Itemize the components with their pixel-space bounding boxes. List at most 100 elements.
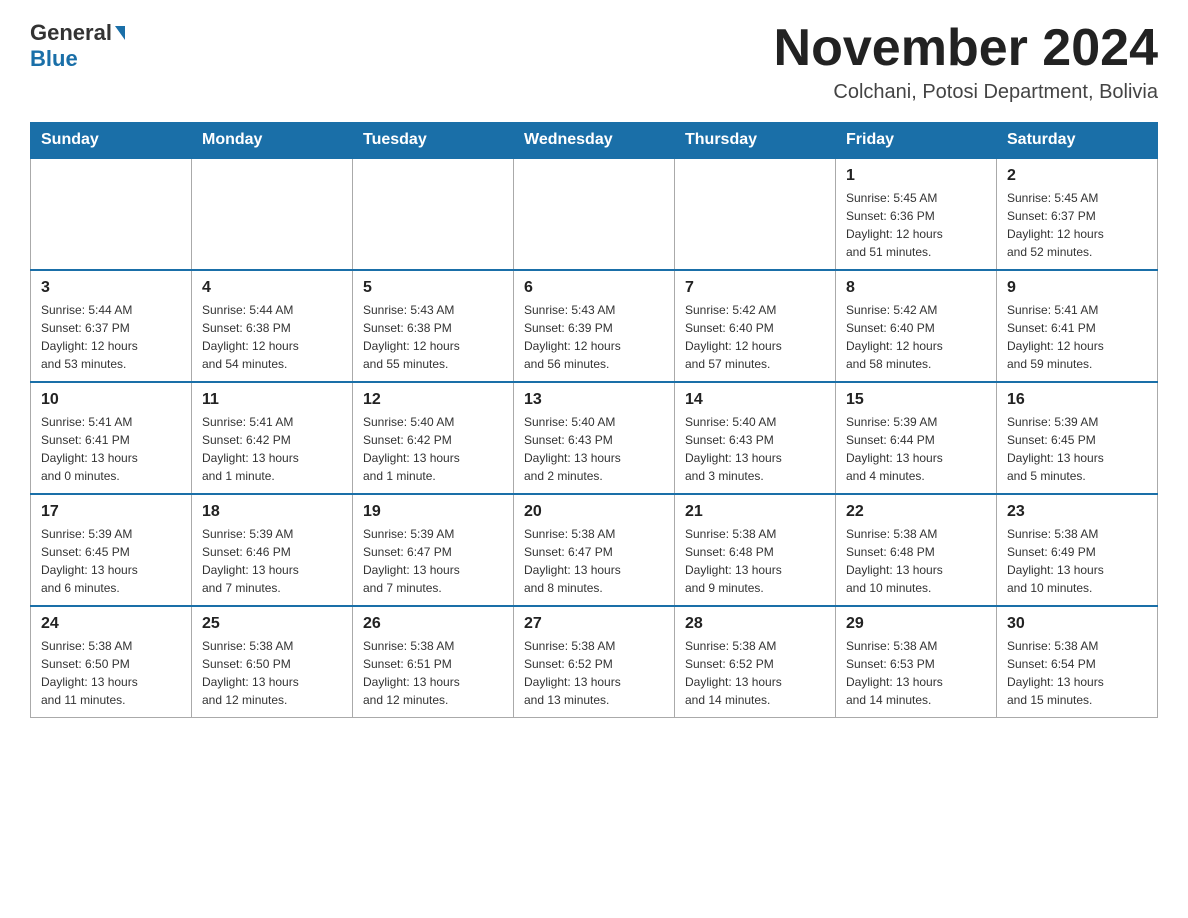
calendar-cell: 4Sunrise: 5:44 AM Sunset: 6:38 PM Daylig… <box>192 270 353 382</box>
day-info: Sunrise: 5:38 AM Sunset: 6:52 PM Dayligh… <box>524 637 664 709</box>
logo: General Blue <box>30 20 127 72</box>
day-number: 24 <box>41 615 181 633</box>
day-number: 5 <box>363 279 503 297</box>
calendar-cell: 20 Sunrise: 5:38 AM Sunset: 6:47 PM Dayli… <box>514 494 675 606</box>
calendar-cell: 26 Sunrise: 5:38 AM Sunset: 6:51 PM Dayli… <box>353 606 514 718</box>
day-info: Sunrise: 5:38 AM Sunset: 6:47 PM Dayligh… <box>524 525 664 597</box>
calendar-cell: 7 Sunrise: 5:42 AM Sunset: 6:40 PM Daylig… <box>675 270 836 382</box>
day-number: 11 <box>202 391 342 409</box>
day-number: 23 <box>1007 503 1147 521</box>
day-number: 17 <box>41 503 181 521</box>
calendar-table: SundayMondayTuesdayWednesdayThursdayFrid… <box>30 122 1158 718</box>
day-info: Sunrise: 5:38 AM Sunset: 6:48 PM Dayligh… <box>846 525 986 597</box>
month-title: November 2024 <box>774 20 1158 77</box>
calendar-cell: 29 Sunrise: 5:38 AM Sunset: 6:53 PM Dayli… <box>836 606 997 718</box>
day-number: 16 <box>1007 391 1147 409</box>
calendar-cell: 15 Sunrise: 5:39 AM Sunset: 6:44 PM Dayli… <box>836 382 997 494</box>
calendar-cell: 24 Sunrise: 5:38 AM Sunset: 6:50 PM Dayli… <box>31 606 192 718</box>
weekday-header-friday: Friday <box>836 123 997 159</box>
calendar-week-2: 3 Sunrise: 5:44 AM Sunset: 6:37 PM Daylig… <box>31 270 1158 382</box>
logo-text-blue: Blue <box>30 46 78 72</box>
calendar-cell: 1 Sunrise: 5:45 AM Sunset: 6:36 PM Daylig… <box>836 158 997 270</box>
weekday-header-tuesday: Tuesday <box>353 123 514 159</box>
page-header: General Blue November 2024 Colchani, Pot… <box>30 20 1158 104</box>
calendar-header-row: SundayMondayTuesdayWednesdayThursdayFrid… <box>31 123 1158 159</box>
calendar-week-5: 24 Sunrise: 5:38 AM Sunset: 6:50 PM Dayli… <box>31 606 1158 718</box>
day-number: 1 <box>846 167 986 185</box>
day-info: Sunrise: 5:39 AM Sunset: 6:47 PM Dayligh… <box>363 525 503 597</box>
day-info: Sunrise: 5:40 AM Sunset: 6:42 PM Dayligh… <box>363 413 503 485</box>
calendar-week-1: 1 Sunrise: 5:45 AM Sunset: 6:36 PM Daylig… <box>31 158 1158 270</box>
calendar-cell: 16 Sunrise: 5:39 AM Sunset: 6:45 PM Dayli… <box>997 382 1158 494</box>
day-number: 29 <box>846 615 986 633</box>
weekday-header-saturday: Saturday <box>997 123 1158 159</box>
calendar-cell: 23 Sunrise: 5:38 AM Sunset: 6:49 PM Dayli… <box>997 494 1158 606</box>
day-number: 7 <box>685 279 825 297</box>
location-subtitle: Colchani, Potosi Department, Bolivia <box>774 81 1158 104</box>
day-number: 2 <box>1007 167 1147 185</box>
day-info: Sunrise: 5:38 AM Sunset: 6:54 PM Dayligh… <box>1007 637 1147 709</box>
calendar-cell: 18Sunrise: 5:39 AM Sunset: 6:46 PM Dayli… <box>192 494 353 606</box>
day-number: 3 <box>41 279 181 297</box>
day-number: 21 <box>685 503 825 521</box>
day-info: Sunrise: 5:44 AM Sunset: 6:38 PM Dayligh… <box>202 301 342 373</box>
calendar-cell: 19 Sunrise: 5:39 AM Sunset: 6:47 PM Dayli… <box>353 494 514 606</box>
day-info: Sunrise: 5:39 AM Sunset: 6:46 PM Dayligh… <box>202 525 342 597</box>
day-info: Sunrise: 5:38 AM Sunset: 6:50 PM Dayligh… <box>202 637 342 709</box>
day-info: Sunrise: 5:39 AM Sunset: 6:45 PM Dayligh… <box>41 525 181 597</box>
calendar-cell: 12Sunrise: 5:40 AM Sunset: 6:42 PM Dayli… <box>353 382 514 494</box>
day-info: Sunrise: 5:43 AM Sunset: 6:38 PM Dayligh… <box>363 301 503 373</box>
day-info: Sunrise: 5:39 AM Sunset: 6:44 PM Dayligh… <box>846 413 986 485</box>
calendar-cell: 28Sunrise: 5:38 AM Sunset: 6:52 PM Dayli… <box>675 606 836 718</box>
calendar-cell: 8 Sunrise: 5:42 AM Sunset: 6:40 PM Daylig… <box>836 270 997 382</box>
day-info: Sunrise: 5:39 AM Sunset: 6:45 PM Dayligh… <box>1007 413 1147 485</box>
calendar-cell: 6Sunrise: 5:43 AM Sunset: 6:39 PM Daylig… <box>514 270 675 382</box>
day-number: 25 <box>202 615 342 633</box>
day-number: 19 <box>363 503 503 521</box>
weekday-header-thursday: Thursday <box>675 123 836 159</box>
day-info: Sunrise: 5:41 AM Sunset: 6:42 PM Dayligh… <box>202 413 342 485</box>
calendar-cell: 25 Sunrise: 5:38 AM Sunset: 6:50 PM Dayli… <box>192 606 353 718</box>
calendar-cell: 17 Sunrise: 5:39 AM Sunset: 6:45 PM Dayli… <box>31 494 192 606</box>
day-number: 15 <box>846 391 986 409</box>
calendar-week-3: 10Sunrise: 5:41 AM Sunset: 6:41 PM Dayli… <box>31 382 1158 494</box>
day-info: Sunrise: 5:38 AM Sunset: 6:53 PM Dayligh… <box>846 637 986 709</box>
day-info: Sunrise: 5:38 AM Sunset: 6:49 PM Dayligh… <box>1007 525 1147 597</box>
day-info: Sunrise: 5:41 AM Sunset: 6:41 PM Dayligh… <box>41 413 181 485</box>
day-info: Sunrise: 5:45 AM Sunset: 6:36 PM Dayligh… <box>846 189 986 261</box>
day-number: 26 <box>363 615 503 633</box>
day-info: Sunrise: 5:41 AM Sunset: 6:41 PM Dayligh… <box>1007 301 1147 373</box>
day-number: 20 <box>524 503 664 521</box>
day-info: Sunrise: 5:45 AM Sunset: 6:37 PM Dayligh… <box>1007 189 1147 261</box>
calendar-cell <box>514 158 675 270</box>
day-info: Sunrise: 5:44 AM Sunset: 6:37 PM Dayligh… <box>41 301 181 373</box>
day-info: Sunrise: 5:40 AM Sunset: 6:43 PM Dayligh… <box>524 413 664 485</box>
day-info: Sunrise: 5:38 AM Sunset: 6:48 PM Dayligh… <box>685 525 825 597</box>
calendar-cell: 27 Sunrise: 5:38 AM Sunset: 6:52 PM Dayli… <box>514 606 675 718</box>
calendar-cell <box>675 158 836 270</box>
day-number: 27 <box>524 615 664 633</box>
weekday-header-monday: Monday <box>192 123 353 159</box>
day-info: Sunrise: 5:38 AM Sunset: 6:50 PM Dayligh… <box>41 637 181 709</box>
day-info: Sunrise: 5:38 AM Sunset: 6:51 PM Dayligh… <box>363 637 503 709</box>
calendar-cell: 11 Sunrise: 5:41 AM Sunset: 6:42 PM Dayli… <box>192 382 353 494</box>
calendar-cell: 13 Sunrise: 5:40 AM Sunset: 6:43 PM Dayli… <box>514 382 675 494</box>
calendar-cell: 21 Sunrise: 5:38 AM Sunset: 6:48 PM Dayli… <box>675 494 836 606</box>
day-info: Sunrise: 5:42 AM Sunset: 6:40 PM Dayligh… <box>685 301 825 373</box>
calendar-cell: 30Sunrise: 5:38 AM Sunset: 6:54 PM Dayli… <box>997 606 1158 718</box>
calendar-cell <box>192 158 353 270</box>
day-number: 28 <box>685 615 825 633</box>
day-info: Sunrise: 5:42 AM Sunset: 6:40 PM Dayligh… <box>846 301 986 373</box>
day-number: 9 <box>1007 279 1147 297</box>
day-number: 22 <box>846 503 986 521</box>
weekday-header-sunday: Sunday <box>31 123 192 159</box>
calendar-cell: 9 Sunrise: 5:41 AM Sunset: 6:41 PM Daylig… <box>997 270 1158 382</box>
calendar-cell: 3 Sunrise: 5:44 AM Sunset: 6:37 PM Daylig… <box>31 270 192 382</box>
day-info: Sunrise: 5:43 AM Sunset: 6:39 PM Dayligh… <box>524 301 664 373</box>
calendar-cell: 2 Sunrise: 5:45 AM Sunset: 6:37 PM Daylig… <box>997 158 1158 270</box>
day-number: 13 <box>524 391 664 409</box>
title-section: November 2024 Colchani, Potosi Departmen… <box>774 20 1158 104</box>
calendar-cell <box>31 158 192 270</box>
logo-text-general: General <box>30 20 112 46</box>
day-number: 8 <box>846 279 986 297</box>
